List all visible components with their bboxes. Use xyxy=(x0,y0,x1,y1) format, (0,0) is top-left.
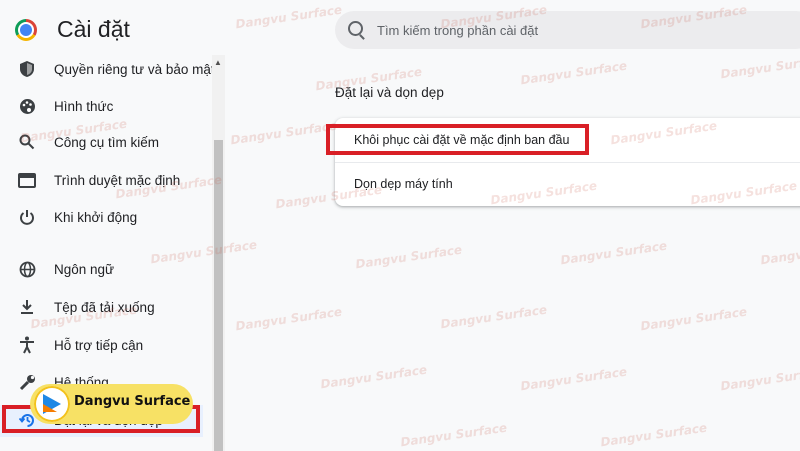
palette-icon xyxy=(17,96,37,116)
wrench-icon xyxy=(17,372,37,392)
shield-icon xyxy=(17,59,37,79)
watermark: Dangvu Surface xyxy=(719,52,800,82)
sidebar-item-label: Khi khởi động xyxy=(54,209,138,225)
watermark: Dangvu Surface xyxy=(639,304,748,334)
page-title: Cài đặt xyxy=(57,16,130,42)
globe-icon xyxy=(17,259,37,279)
watermark: Dangvu Surface xyxy=(519,364,628,394)
sidebar-item-search-engine[interactable]: Công cụ tìm kiếm xyxy=(0,124,205,160)
sidebar-item-accessibility[interactable]: Hỗ trợ tiếp cận xyxy=(0,327,205,363)
search-icon xyxy=(17,132,37,152)
brand-logo-icon xyxy=(34,386,70,422)
sidebar-item-appearance[interactable]: Hình thức xyxy=(0,88,205,124)
option-label: Dọn dẹp máy tính xyxy=(354,177,453,191)
sidebar-item-label: Hỗ trợ tiếp cận xyxy=(54,337,144,353)
watermark: Dangvu Surface xyxy=(519,58,628,88)
download-icon xyxy=(17,297,37,317)
browser-icon xyxy=(17,170,37,190)
watermark: Dangvu Surface xyxy=(234,304,343,334)
sidebar-item-on-startup[interactable]: Khi khởi động xyxy=(0,199,205,235)
power-icon xyxy=(17,207,37,227)
watermark: Dangvu Surface xyxy=(719,364,800,394)
sidebar-item-label: Ngôn ngữ xyxy=(54,261,115,277)
search-icon xyxy=(348,21,363,36)
search-box[interactable] xyxy=(335,11,800,49)
watermark: Dangvu Surface xyxy=(599,420,708,450)
watermark: Dangvu Surface xyxy=(399,420,508,450)
sidebar-item-label: Trình duyệt mặc định xyxy=(54,172,181,188)
sidebar-item-label: Quyền riêng tư và bảo mật xyxy=(54,61,215,77)
brand-badge: Dangvu Surface xyxy=(30,384,193,424)
watermark: Dangvu Surface xyxy=(559,238,668,268)
watermark: Dangvu Surface xyxy=(759,239,800,268)
sidebar-item-downloads[interactable]: Tệp đã tải xuống xyxy=(0,289,205,325)
sidebar-item-label: Tệp đã tải xuống xyxy=(54,299,155,315)
watermark: Dangvu Surface xyxy=(229,118,338,148)
badge-text: Dangvu Surface xyxy=(74,394,191,409)
annotation-highlight-reset xyxy=(326,124,589,155)
scrollbar-thumb[interactable] xyxy=(214,140,223,451)
chrome-logo-icon xyxy=(15,19,37,41)
sidebar-item-privacy[interactable]: Quyền riêng tư và bảo mật xyxy=(0,51,215,87)
search-input[interactable] xyxy=(377,11,797,49)
watermark: Dangvu Surface xyxy=(234,2,343,32)
sidebar-item-label: Công cụ tìm kiếm xyxy=(54,134,160,150)
sidebar-item-label: Hình thức xyxy=(54,98,114,114)
sidebar-item-default-browser[interactable]: Trình duyệt mặc định xyxy=(0,162,205,198)
scroll-up-arrow-icon[interactable]: ▲ xyxy=(213,58,223,68)
option-clean-up-computer[interactable]: Dọn dẹp máy tính xyxy=(335,162,800,206)
watermark: Dangvu Surface xyxy=(354,242,463,272)
watermark: Dangvu Surface xyxy=(319,362,428,392)
sidebar-item-languages[interactable]: Ngôn ngữ xyxy=(0,251,205,287)
accessibility-icon xyxy=(17,335,37,355)
watermark: Dangvu Surface xyxy=(439,302,548,332)
section-title: Đặt lại và dọn dẹp xyxy=(335,85,444,100)
